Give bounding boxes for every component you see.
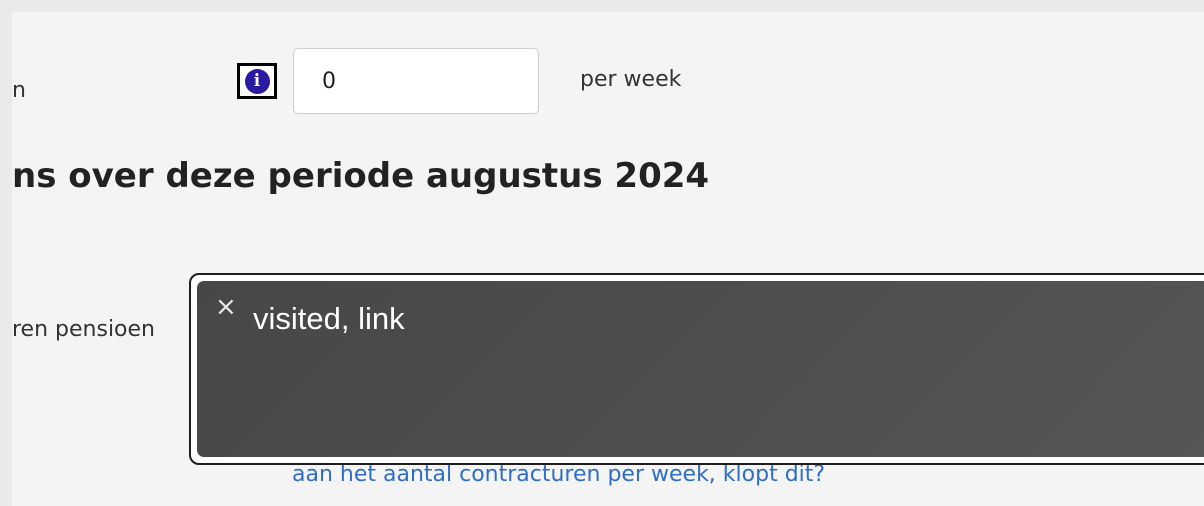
section-heading: ns over deze periode augustus 2024	[12, 156, 710, 196]
unit-label: per week	[580, 67, 682, 92]
hours-label: n	[12, 78, 26, 103]
tooltip-panel: × visited, link	[197, 281, 1204, 457]
tooltip-text: visited, link	[253, 301, 405, 336]
accessibility-tooltip: × visited, link	[189, 273, 1204, 465]
pension-label: ren pensioen	[12, 317, 155, 342]
close-icon[interactable]: ×	[215, 293, 237, 321]
info-button[interactable]: i	[237, 63, 277, 99]
page-content: n i per week ns over deze periode august…	[12, 12, 1204, 506]
contract-hours-warning-link[interactable]: aan het aantal contracturen per week, kl…	[292, 462, 825, 487]
hours-per-week-input[interactable]	[293, 48, 539, 114]
info-icon: i	[244, 68, 270, 94]
